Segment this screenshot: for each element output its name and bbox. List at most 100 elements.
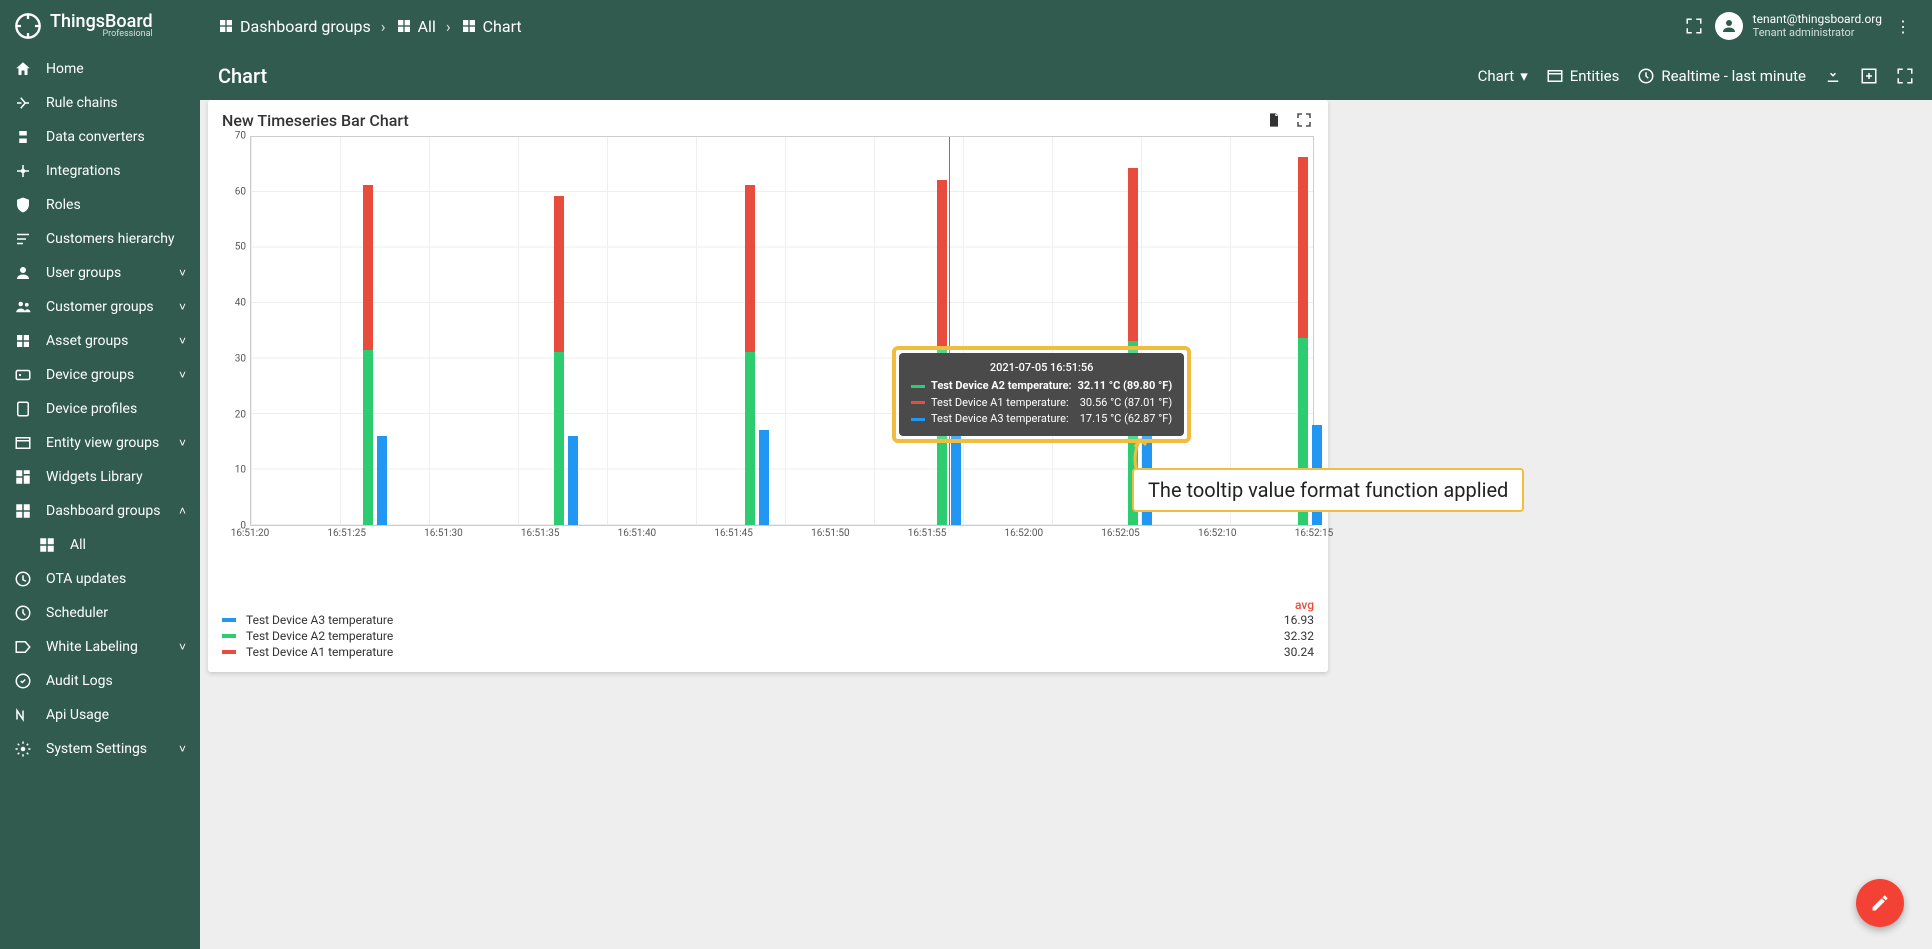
entity-icon (14, 434, 32, 452)
chevron-down-icon: ˅ (179, 334, 186, 348)
sidebar-item-label: Audit Logs (46, 673, 113, 689)
rules-icon (14, 94, 32, 112)
sidebar-item-label: All (70, 537, 86, 553)
sidebar-item[interactable]: Asset groups ˅ (0, 324, 200, 358)
shield-icon (14, 196, 32, 214)
sidebar-item[interactable]: Dashboard groups ˄ (0, 494, 200, 528)
sidebar-item[interactable]: Api Usage (0, 698, 200, 732)
sidebar-item[interactable]: All (0, 528, 200, 562)
sidebar-item-label: Device groups (46, 367, 134, 383)
convert-icon (14, 128, 32, 146)
entities-icon (1546, 67, 1564, 85)
edit-fab-button[interactable] (1856, 879, 1904, 927)
legend-swatch (222, 618, 236, 622)
legend-row[interactable]: Test Device A2 temperature32.32 (222, 628, 1314, 644)
cust-icon (14, 298, 32, 316)
widget-icon (14, 468, 32, 486)
board-export-button[interactable] (1860, 67, 1878, 85)
brand-logo[interactable]: ThingsBoard Professional (0, 0, 200, 52)
download-icon (1824, 67, 1842, 85)
sidebar-item-label: Customers hierarchy (46, 231, 175, 247)
sidebar-item-label: Asset groups (46, 333, 128, 349)
annotation-callout: The tooltip value format function applie… (1132, 468, 1524, 512)
widget-title: New Timeseries Bar Chart (222, 111, 409, 130)
legend-label: Test Device A3 temperature (246, 613, 393, 627)
sidebar-item[interactable]: Scheduler (0, 596, 200, 630)
timewindow-button[interactable]: Realtime - last minute (1637, 67, 1806, 85)
sidebar-item[interactable]: Entity view groups˅ (0, 426, 200, 460)
legend-avg-value: 16.93 (1284, 613, 1314, 627)
sidebar-item[interactable]: Data converters (0, 120, 200, 154)
legend-avg-value: 30.24 (1284, 645, 1314, 659)
sidebar-item-label: Api Usage (46, 707, 109, 723)
ota-icon (14, 570, 32, 588)
fullscreen-icon[interactable] (1683, 15, 1705, 37)
breadcrumb-label: Dashboard groups (240, 17, 371, 36)
legend-row[interactable]: Test Device A3 temperature 16.93 (222, 612, 1314, 628)
avatar[interactable] (1715, 12, 1743, 40)
timewindow-label: Realtime - last minute (1661, 67, 1806, 85)
sidebar-item-label: Device profiles (46, 401, 137, 417)
sidebar-item[interactable]: Device groups ˅ (0, 358, 200, 392)
sidebar-item[interactable]: Customer groups ˅ (0, 290, 200, 324)
sidebar-item[interactable]: White Labeling ˅ (0, 630, 200, 664)
kebab-menu-icon[interactable]: ⋮ (1892, 15, 1914, 37)
settings-icon (14, 740, 32, 758)
tooltip-time: 2021-07-05 16:51:56 (911, 361, 1172, 374)
entities-button[interactable]: Entities (1546, 67, 1620, 85)
profile-icon (14, 400, 32, 418)
breadcrumb-label: Chart (483, 17, 522, 36)
legend-label: Test Device A2 temperature (246, 629, 393, 643)
brand-edition: Professional (50, 29, 153, 39)
dash-icon (14, 502, 32, 520)
sidebar-item[interactable]: Audit Logs (0, 664, 200, 698)
legend-swatch (222, 634, 236, 638)
widget-export-icon[interactable] (1264, 110, 1284, 130)
legend-row[interactable]: Test Device A1 temperature30.24 (222, 644, 1314, 660)
chevron-down-icon: ˅ (179, 368, 186, 382)
hier-icon (14, 230, 32, 248)
user-email: tenant@thingsboard.org (1753, 13, 1882, 27)
dashboard-dropdown[interactable]: Chart ▾ (1478, 67, 1528, 85)
sidebar-item-label: Customer groups (46, 299, 154, 315)
sidebar-item-label: Integrations (46, 163, 120, 179)
breadcrumb-item[interactable]: Chart (461, 17, 522, 36)
api-icon (14, 706, 32, 724)
dash-icon (38, 536, 56, 554)
chart[interactable]: 010203040506070 16:51:2016:51:2516:51:30… (222, 136, 1314, 566)
sidebar-item[interactable]: Home (0, 52, 200, 86)
audit-icon (14, 672, 32, 690)
chevron-down-icon: ˅ (179, 640, 186, 654)
sidebar-item[interactable]: System Settings˅ (0, 732, 200, 766)
sidebar-item[interactable]: Rule chains (0, 86, 200, 120)
user-info[interactable]: tenant@thingsboard.org Tenant administra… (1753, 13, 1882, 39)
breadcrumb-item[interactable]: All (396, 17, 436, 36)
sidebar-item[interactable]: User groups˅ (0, 256, 200, 290)
export-button[interactable] (1824, 67, 1842, 85)
chevron-down-icon: ˅ (179, 300, 186, 314)
sidebar-item[interactable]: Customers hierarchy (0, 222, 200, 256)
sidebar-item[interactable]: Device profiles (0, 392, 200, 426)
legend-swatch (222, 650, 236, 654)
sidebar: ThingsBoard Professional Home Rule chains… (0, 0, 200, 949)
fullscreen-icon (1896, 67, 1914, 85)
sidebar-item-label: Roles (46, 197, 81, 213)
sidebar-item-label: Dashboard groups (46, 503, 160, 519)
sidebar-item[interactable]: OTA updates (0, 562, 200, 596)
chevron-down-icon: ˅ (179, 436, 186, 450)
breadcrumb-label: All (418, 17, 436, 36)
sidebar-item[interactable]: Integrations (0, 154, 200, 188)
sidebar-item[interactable]: Roles (0, 188, 200, 222)
sidebar-item[interactable]: Widgets Library (0, 460, 200, 494)
dropdown-label: Chart (1478, 67, 1515, 85)
dashboard-toolbar: Chart Chart ▾ Entities Realtime - last m… (200, 52, 1932, 100)
integr-icon (14, 162, 32, 180)
breadcrumb-item[interactable]: Dashboard groups (218, 17, 371, 36)
sidebar-item-label: Widgets Library (46, 469, 143, 485)
legend-avg-header: avg (1295, 598, 1314, 612)
chevron-up-icon: ˄ (179, 504, 186, 518)
sidebar-item-label: Rule chains (46, 95, 118, 111)
sidebar-item-label: White Labeling (46, 639, 138, 655)
fullscreen-button[interactable] (1896, 67, 1914, 85)
widget-fullscreen-icon[interactable] (1294, 110, 1314, 130)
